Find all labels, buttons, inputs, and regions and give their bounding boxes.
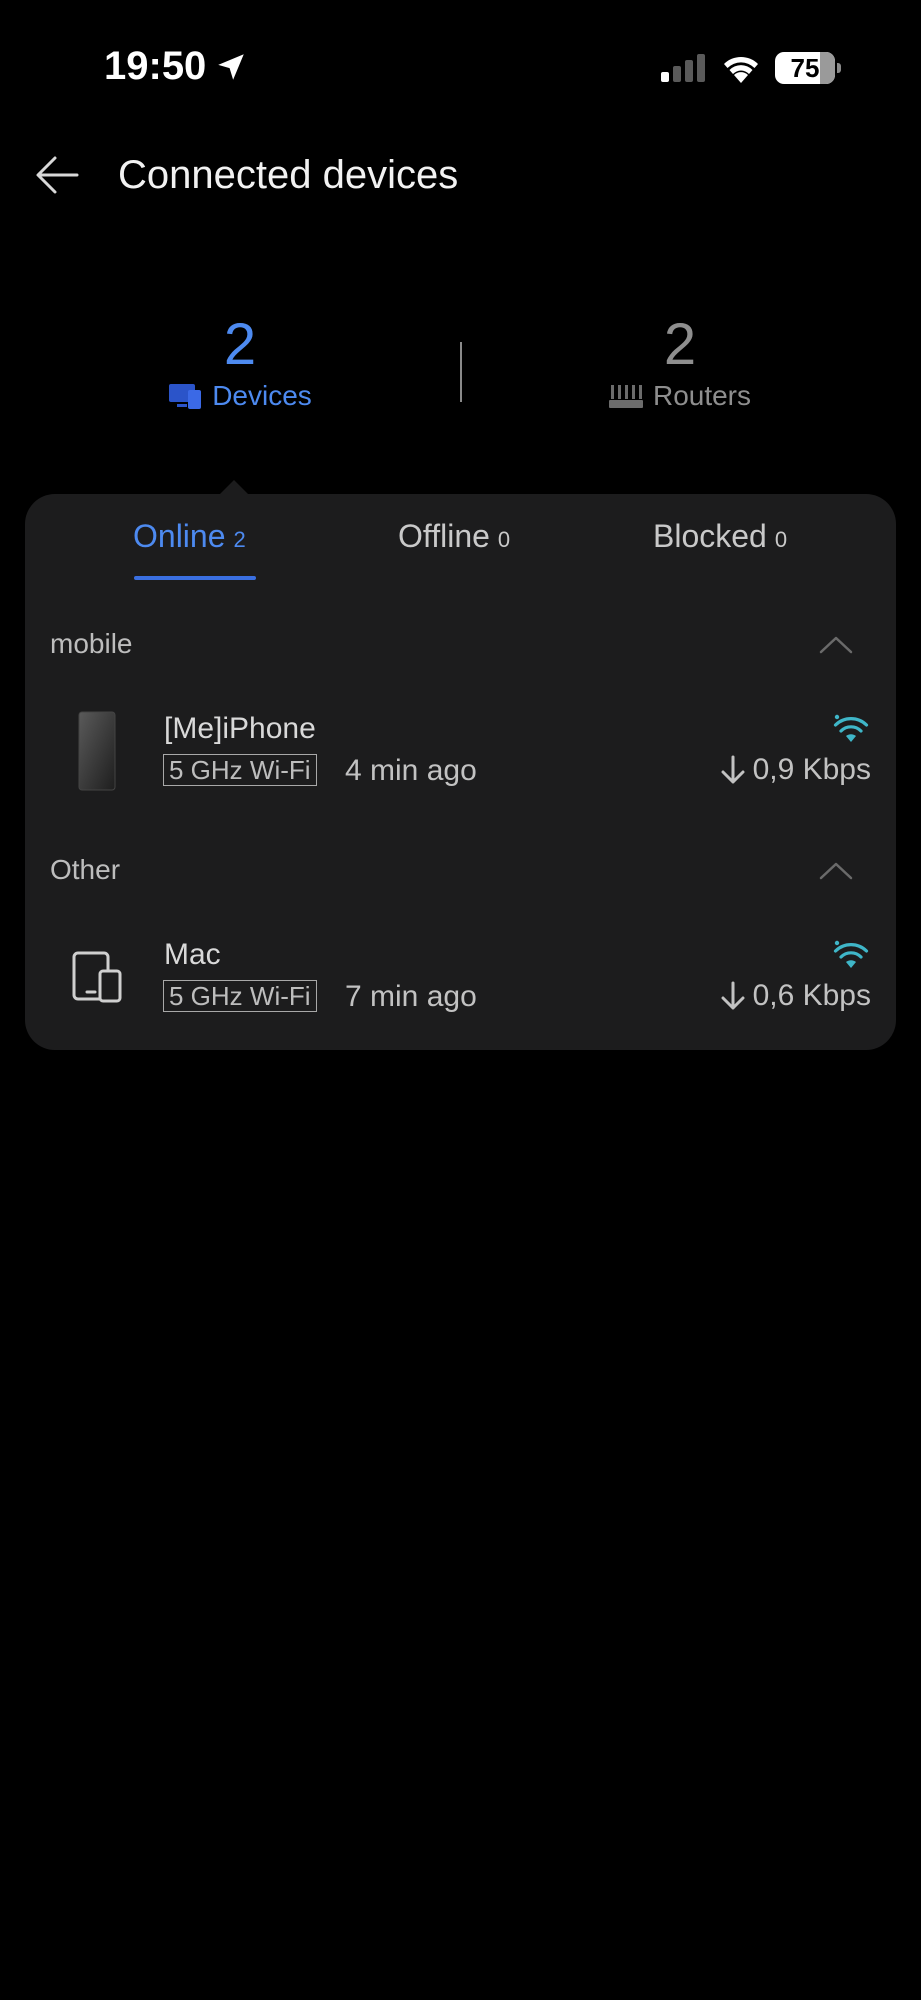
device-row[interactable]: [Me]iPhone 5 GHz Wi-Fi 4 min ago 0,9 Kbp… [25, 694, 896, 814]
chevron-up-icon[interactable] [818, 854, 854, 886]
devices-summary[interactable]: 2 Devices [90, 312, 390, 414]
phone-icon [65, 706, 129, 796]
wifi-signal-icon [833, 714, 869, 742]
arrow-down-icon [721, 981, 745, 1010]
group-title: mobile [50, 628, 133, 659]
devices-label: Devices [212, 380, 312, 411]
tab-offline[interactable]: Offline 0 [398, 518, 510, 578]
battery-icon: 75 [775, 52, 841, 84]
tab-offline-count: 0 [497, 527, 511, 552]
wifi-signal-icon [833, 940, 869, 968]
tab-online[interactable]: Online 2 [133, 518, 246, 578]
status-time: 19:50 [104, 44, 248, 89]
device-name: Mac [164, 938, 221, 971]
status-tabs: Online 2 Offline 0 Blocked 0 [25, 494, 896, 594]
device-list-card: Online 2 Offline 0 Blocked 0 mobile [Me]… [25, 494, 896, 1050]
cellular-signal-icon [661, 54, 705, 82]
tablet-phone-icon [65, 932, 129, 1022]
routers-count: 2 [663, 312, 697, 377]
download-speed-value: 0,6 Kbps [752, 979, 871, 1012]
last-seen: 7 min ago [345, 980, 477, 1013]
group-title: Other [50, 854, 121, 885]
status-time-text: 19:50 [104, 44, 207, 88]
router-icon [608, 385, 643, 408]
active-tab-indicator [134, 576, 256, 580]
chevron-up-icon[interactable] [818, 628, 854, 660]
back-arrow-icon [36, 156, 79, 194]
battery-level: 75 [790, 52, 820, 83]
last-seen: 4 min ago [345, 754, 477, 787]
tab-blocked[interactable]: Blocked 0 [653, 518, 787, 578]
devices-count: 2 [223, 312, 257, 377]
group-header-other[interactable]: Other [25, 840, 896, 900]
download-speed: 0,6 Kbps [721, 978, 871, 1014]
tab-blocked-label: Blocked [653, 518, 767, 554]
tab-blocked-count: 0 [774, 527, 788, 552]
location-arrow-icon [218, 53, 245, 80]
band-badge: 5 GHz Wi-Fi [163, 980, 317, 1012]
summary-bar: 2 Devices 2 Routers [0, 312, 921, 422]
group-header-mobile[interactable]: mobile [25, 614, 896, 674]
arrow-down-icon [721, 755, 745, 784]
device-row[interactable]: Mac 5 GHz Wi-Fi 7 min ago 0,6 Kbps [25, 920, 896, 1040]
wifi-icon [724, 56, 758, 83]
summary-divider [460, 342, 462, 402]
routers-summary[interactable]: 2 Routers [530, 312, 830, 414]
back-button[interactable] [32, 150, 82, 200]
devices-icon [169, 384, 202, 409]
devices-label-row: Devices [90, 378, 390, 414]
download-speed: 0,9 Kbps [721, 752, 871, 788]
download-speed-value: 0,9 Kbps [752, 753, 871, 786]
routers-label-row: Routers [530, 378, 830, 414]
tab-online-label: Online [133, 518, 226, 554]
routers-label: Routers [652, 380, 752, 411]
tab-offline-label: Offline [398, 518, 490, 554]
page-title: Connected devices [118, 153, 459, 197]
band-badge: 5 GHz Wi-Fi [163, 754, 317, 786]
tab-online-count: 2 [233, 527, 246, 552]
status-icons: 75 [661, 48, 841, 88]
device-name: [Me]iPhone [164, 712, 316, 745]
